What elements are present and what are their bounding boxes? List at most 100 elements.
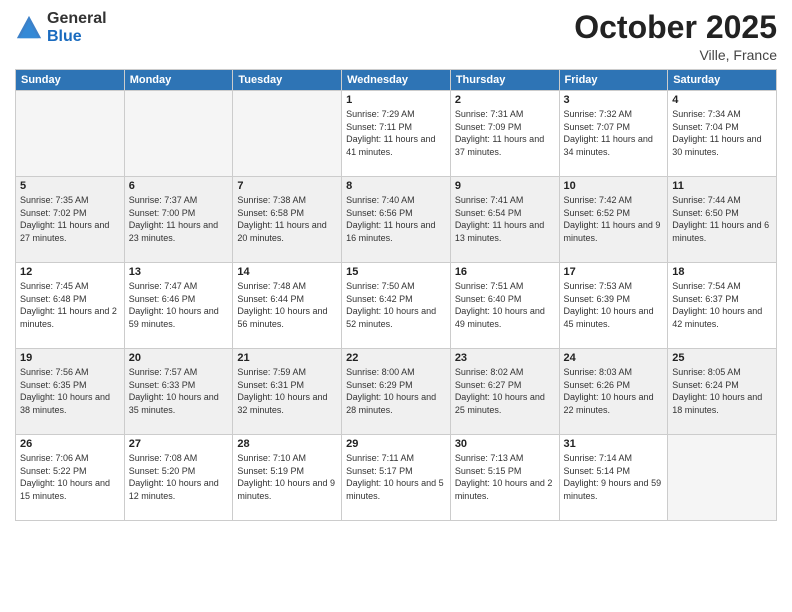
day-number: 8 (346, 180, 446, 192)
sunset-text: Sunset: 6:37 PM (672, 294, 739, 304)
location-subtitle: Ville, France (574, 47, 777, 63)
calendar-table: Sunday Monday Tuesday Wednesday Thursday… (15, 69, 777, 521)
sunset-text: Sunset: 6:42 PM (346, 294, 413, 304)
sunset-text: Sunset: 6:33 PM (129, 380, 196, 390)
daylight-text: Daylight: 10 hours and 25 minutes. (455, 392, 545, 415)
daylight-text: Daylight: 11 hours and 37 minutes. (455, 134, 544, 157)
day-info: Sunrise: 7:48 AM Sunset: 6:44 PM Dayligh… (237, 280, 337, 330)
col-tuesday: Tuesday (233, 70, 342, 91)
day-info: Sunrise: 7:42 AM Sunset: 6:52 PM Dayligh… (564, 194, 664, 244)
sunset-text: Sunset: 5:20 PM (129, 466, 196, 476)
sunrise-text: Sunrise: 7:38 AM (237, 195, 306, 205)
table-row: 10 Sunrise: 7:42 AM Sunset: 6:52 PM Dayl… (559, 177, 668, 263)
sunset-text: Sunset: 6:50 PM (672, 208, 739, 218)
daylight-text: Daylight: 10 hours and 52 minutes. (346, 306, 436, 329)
day-info: Sunrise: 8:00 AM Sunset: 6:29 PM Dayligh… (346, 366, 446, 416)
sunrise-text: Sunrise: 7:13 AM (455, 453, 524, 463)
sunrise-text: Sunrise: 7:54 AM (672, 281, 741, 291)
day-info: Sunrise: 7:08 AM Sunset: 5:20 PM Dayligh… (129, 452, 229, 502)
sunset-text: Sunset: 5:15 PM (455, 466, 522, 476)
sunrise-text: Sunrise: 7:40 AM (346, 195, 415, 205)
table-row: 23 Sunrise: 8:02 AM Sunset: 6:27 PM Dayl… (450, 349, 559, 435)
day-info: Sunrise: 7:13 AM Sunset: 5:15 PM Dayligh… (455, 452, 555, 502)
day-info: Sunrise: 7:34 AM Sunset: 7:04 PM Dayligh… (672, 108, 772, 158)
logo-general-label: General (47, 10, 107, 27)
table-row: 28 Sunrise: 7:10 AM Sunset: 5:19 PM Dayl… (233, 435, 342, 521)
table-row: 13 Sunrise: 7:47 AM Sunset: 6:46 PM Dayl… (124, 263, 233, 349)
day-number: 7 (237, 180, 337, 192)
daylight-text: Daylight: 11 hours and 34 minutes. (564, 134, 653, 157)
sunrise-text: Sunrise: 8:00 AM (346, 367, 415, 377)
calendar-header-row: Sunday Monday Tuesday Wednesday Thursday… (16, 70, 777, 91)
table-row: 7 Sunrise: 7:38 AM Sunset: 6:58 PM Dayli… (233, 177, 342, 263)
table-row: 12 Sunrise: 7:45 AM Sunset: 6:48 PM Dayl… (16, 263, 125, 349)
sunset-text: Sunset: 7:07 PM (564, 122, 631, 132)
sunset-text: Sunset: 6:24 PM (672, 380, 739, 390)
sunrise-text: Sunrise: 7:50 AM (346, 281, 415, 291)
day-number: 16 (455, 266, 555, 278)
day-info: Sunrise: 7:29 AM Sunset: 7:11 PM Dayligh… (346, 108, 446, 158)
day-number: 17 (564, 266, 664, 278)
page: General Blue October 2025 Ville, France … (0, 0, 792, 612)
sunset-text: Sunset: 6:27 PM (455, 380, 522, 390)
day-number: 30 (455, 438, 555, 450)
sunrise-text: Sunrise: 7:51 AM (455, 281, 524, 291)
sunset-text: Sunset: 7:09 PM (455, 122, 522, 132)
day-number: 4 (672, 94, 772, 106)
daylight-text: Daylight: 10 hours and 15 minutes. (20, 478, 110, 501)
sunset-text: Sunset: 6:46 PM (129, 294, 196, 304)
table-row: 15 Sunrise: 7:50 AM Sunset: 6:42 PM Dayl… (342, 263, 451, 349)
sunrise-text: Sunrise: 7:32 AM (564, 109, 633, 119)
sunrise-text: Sunrise: 7:48 AM (237, 281, 306, 291)
daylight-text: Daylight: 10 hours and 22 minutes. (564, 392, 654, 415)
day-info: Sunrise: 7:45 AM Sunset: 6:48 PM Dayligh… (20, 280, 120, 330)
day-info: Sunrise: 7:37 AM Sunset: 7:00 PM Dayligh… (129, 194, 229, 244)
col-wednesday: Wednesday (342, 70, 451, 91)
sunrise-text: Sunrise: 7:11 AM (346, 453, 414, 463)
sunrise-text: Sunrise: 7:44 AM (672, 195, 741, 205)
sunset-text: Sunset: 6:48 PM (20, 294, 87, 304)
daylight-text: Daylight: 10 hours and 42 minutes. (672, 306, 762, 329)
table-row: 20 Sunrise: 7:57 AM Sunset: 6:33 PM Dayl… (124, 349, 233, 435)
daylight-text: Daylight: 9 hours and 59 minutes. (564, 478, 662, 501)
day-info: Sunrise: 7:47 AM Sunset: 6:46 PM Dayligh… (129, 280, 229, 330)
day-info: Sunrise: 8:02 AM Sunset: 6:27 PM Dayligh… (455, 366, 555, 416)
sunset-text: Sunset: 7:04 PM (672, 122, 739, 132)
daylight-text: Daylight: 10 hours and 45 minutes. (564, 306, 654, 329)
daylight-text: Daylight: 10 hours and 32 minutes. (237, 392, 327, 415)
day-number: 14 (237, 266, 337, 278)
day-number: 5 (20, 180, 120, 192)
day-number: 18 (672, 266, 772, 278)
col-friday: Friday (559, 70, 668, 91)
day-info: Sunrise: 7:38 AM Sunset: 6:58 PM Dayligh… (237, 194, 337, 244)
sunset-text: Sunset: 7:02 PM (20, 208, 87, 218)
logo-blue-label: Blue (47, 28, 82, 45)
day-number: 26 (20, 438, 120, 450)
day-info: Sunrise: 7:44 AM Sunset: 6:50 PM Dayligh… (672, 194, 772, 244)
sunset-text: Sunset: 6:52 PM (564, 208, 631, 218)
table-row: 4 Sunrise: 7:34 AM Sunset: 7:04 PM Dayli… (668, 91, 777, 177)
daylight-text: Daylight: 10 hours and 12 minutes. (129, 478, 219, 501)
header: General Blue October 2025 Ville, France (15, 10, 777, 63)
table-row: 19 Sunrise: 7:56 AM Sunset: 6:35 PM Dayl… (16, 349, 125, 435)
table-row: 5 Sunrise: 7:35 AM Sunset: 7:02 PM Dayli… (16, 177, 125, 263)
sunset-text: Sunset: 6:54 PM (455, 208, 522, 218)
day-info: Sunrise: 7:54 AM Sunset: 6:37 PM Dayligh… (672, 280, 772, 330)
day-number: 20 (129, 352, 229, 364)
table-row: 17 Sunrise: 7:53 AM Sunset: 6:39 PM Dayl… (559, 263, 668, 349)
day-number: 29 (346, 438, 446, 450)
sunrise-text: Sunrise: 7:45 AM (20, 281, 89, 291)
daylight-text: Daylight: 10 hours and 49 minutes. (455, 306, 545, 329)
calendar-week-row: 5 Sunrise: 7:35 AM Sunset: 7:02 PM Dayli… (16, 177, 777, 263)
table-row: 27 Sunrise: 7:08 AM Sunset: 5:20 PM Dayl… (124, 435, 233, 521)
day-info: Sunrise: 7:56 AM Sunset: 6:35 PM Dayligh… (20, 366, 120, 416)
sunset-text: Sunset: 6:26 PM (564, 380, 631, 390)
daylight-text: Daylight: 10 hours and 35 minutes. (129, 392, 219, 415)
day-info: Sunrise: 7:57 AM Sunset: 6:33 PM Dayligh… (129, 366, 229, 416)
day-info: Sunrise: 7:32 AM Sunset: 7:07 PM Dayligh… (564, 108, 664, 158)
day-info: Sunrise: 7:50 AM Sunset: 6:42 PM Dayligh… (346, 280, 446, 330)
table-row: 11 Sunrise: 7:44 AM Sunset: 6:50 PM Dayl… (668, 177, 777, 263)
day-number: 10 (564, 180, 664, 192)
daylight-text: Daylight: 11 hours and 27 minutes. (20, 220, 109, 243)
table-row (233, 91, 342, 177)
